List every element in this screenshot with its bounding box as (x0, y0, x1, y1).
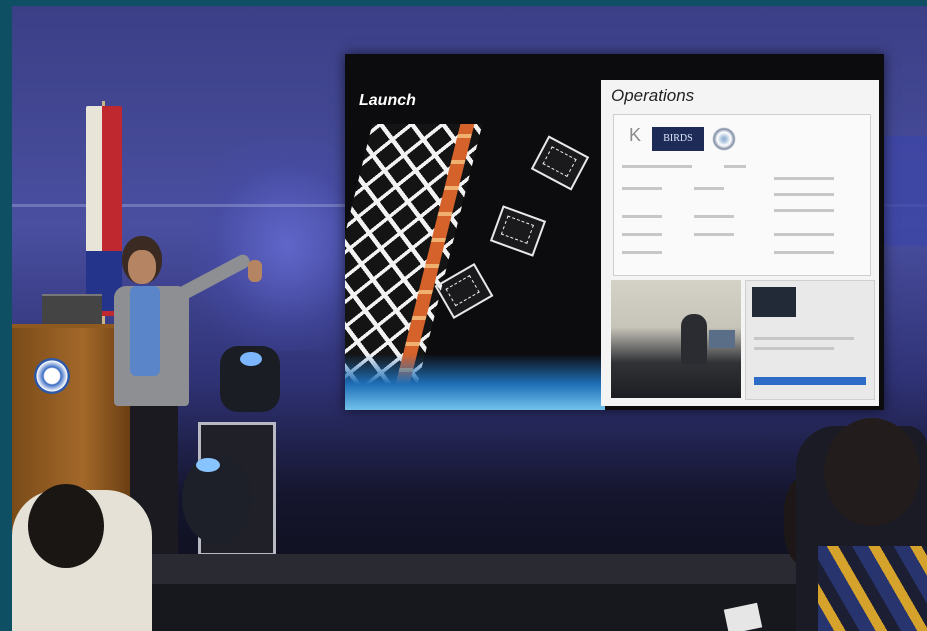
moving-head-glow (196, 458, 220, 472)
kyutech-logo: K (628, 125, 641, 145)
earth-horizon (345, 354, 605, 410)
event-photo: Launch Operations K BIRDS (12, 6, 927, 631)
stage-light-glow (240, 352, 262, 366)
slide-launch-title: Launch (359, 92, 416, 109)
ui-text-line (622, 233, 662, 236)
software-panel (745, 280, 875, 400)
ui-text-line (774, 209, 834, 212)
presenter-face (128, 250, 156, 284)
ui-text-line (774, 251, 834, 254)
terminal-window (752, 287, 796, 317)
ui-text-line (774, 233, 834, 236)
operator-figure (681, 314, 707, 364)
ui-text-line (622, 187, 662, 190)
progress-bar (754, 377, 866, 385)
projection-screen: Launch Operations K BIRDS (345, 54, 884, 410)
cubesat-icon (489, 205, 547, 257)
presenter-hand (248, 260, 262, 282)
laptop (42, 294, 102, 326)
audience-head-right (824, 418, 920, 526)
ui-text-line (694, 187, 724, 190)
ui-text-line (754, 347, 834, 350)
ui-text-line (694, 233, 734, 236)
slide-operations-title: Operations (611, 86, 695, 105)
ui-text-line (622, 165, 692, 168)
ui-text-line (754, 337, 854, 340)
monitor-icon (709, 330, 735, 348)
cubesat-icon (530, 135, 590, 191)
operations-panel: Operations K BIRDS (601, 80, 879, 406)
ui-text-line (774, 193, 834, 196)
birds-logo: BIRDS (652, 127, 704, 151)
audience-shirt (818, 546, 927, 631)
ui-text-line (622, 215, 662, 218)
ground-station-photo (611, 280, 741, 398)
presenter-scarf (130, 286, 160, 376)
ui-text-line (622, 251, 662, 254)
software-screenshot: K BIRDS (613, 114, 871, 276)
audience-head-left (28, 484, 104, 568)
wall-panel (877, 136, 927, 246)
ui-text-line (774, 177, 834, 180)
partner-logo-icon (712, 127, 736, 151)
podium-seal-icon (34, 358, 70, 394)
ui-text-line (724, 165, 746, 168)
ui-text-line (694, 215, 734, 218)
